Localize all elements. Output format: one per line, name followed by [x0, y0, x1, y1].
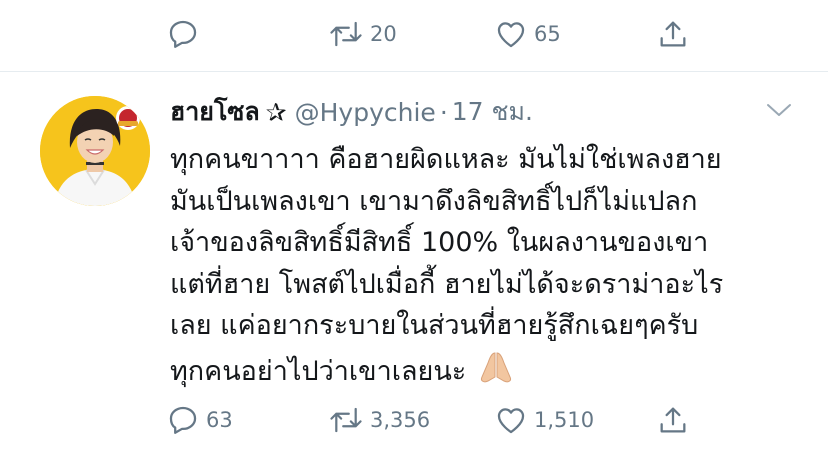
share-button[interactable] — [656, 14, 690, 54]
star-icon: ✰ — [265, 97, 287, 127]
reply-icon — [169, 20, 197, 48]
retweet-button[interactable]: 3,356 — [328, 400, 430, 440]
reply-icon — [169, 406, 197, 434]
retweet-icon — [330, 407, 362, 433]
tweet[interactable]: ฮายโซล ✰ @Hypychie · 17 ชม. ทุกคนขาาาา ค… — [0, 72, 828, 466]
share-icon — [660, 407, 686, 433]
timestamp[interactable]: 17 ชม. — [452, 92, 533, 132]
tweet-text-line: แต่ที่ฮาย โพสต์ไปเมื่อกี้ ฮายไม่ได้จะดรา… — [170, 268, 724, 300]
tweet-text-last-line: ทุกคนอย่าไปว่าเขาเลยนะ — [170, 347, 810, 398]
avatar[interactable] — [40, 96, 150, 206]
user-handle[interactable]: @Hypychie — [295, 98, 436, 127]
like-button[interactable]: 65 — [494, 14, 561, 54]
avatar-image — [40, 96, 150, 206]
tweet-header: ฮายโซล ✰ @Hypychie · 17 ชม. — [170, 94, 533, 130]
tweet-text-line: ทุกคนอย่าไปว่าเขาเลยนะ — [170, 355, 467, 387]
tweet-action-bar: 63 3,356 1,510 — [0, 394, 828, 444]
chevron-down-icon — [767, 104, 791, 116]
separator-dot: · — [439, 97, 448, 127]
reply-button[interactable]: 63 — [166, 400, 233, 440]
folded-hands-icon — [476, 347, 516, 398]
retweet-count: 20 — [370, 22, 397, 46]
heart-icon — [497, 22, 525, 48]
reply-button[interactable] — [166, 14, 200, 54]
tweet-text-line: มันเป็นเพลงเขา เขามาดึงลิขสิทธิ์ไปก็ไม่แ… — [170, 185, 698, 217]
heart-icon — [497, 408, 525, 434]
retweet-icon — [330, 21, 362, 47]
previous-tweet-action-bar: 20 65 — [0, 0, 828, 72]
display-name[interactable]: ฮายโซล — [170, 92, 260, 132]
tweet-text-line: เลย แค่อยากระบายในส่วนที่ฮายรู้สึกเฉยๆคร… — [170, 310, 699, 341]
more-options-button[interactable] — [764, 100, 794, 124]
like-count: 1,510 — [534, 408, 595, 432]
reply-count: 63 — [206, 408, 233, 432]
share-icon — [660, 21, 686, 47]
tweet-text: ทุกคนขาาาา คือฮายผิดแหละ มันไม่ใช่เพลงฮา… — [170, 139, 810, 397]
retweet-count: 3,356 — [370, 408, 431, 432]
share-button[interactable] — [656, 400, 690, 440]
tweet-text-line: เจ้าของลิขสิทธิ์มีสิทธิ์ 100% ในผลงานของ… — [170, 227, 709, 258]
like-count: 65 — [534, 22, 561, 46]
retweet-button[interactable]: 20 — [328, 14, 397, 54]
tweet-text-line: ทุกคนขาาาา คือฮายผิดแหละ มันไม่ใช่เพลงฮา… — [170, 144, 722, 175]
like-button[interactable]: 1,510 — [494, 400, 594, 440]
